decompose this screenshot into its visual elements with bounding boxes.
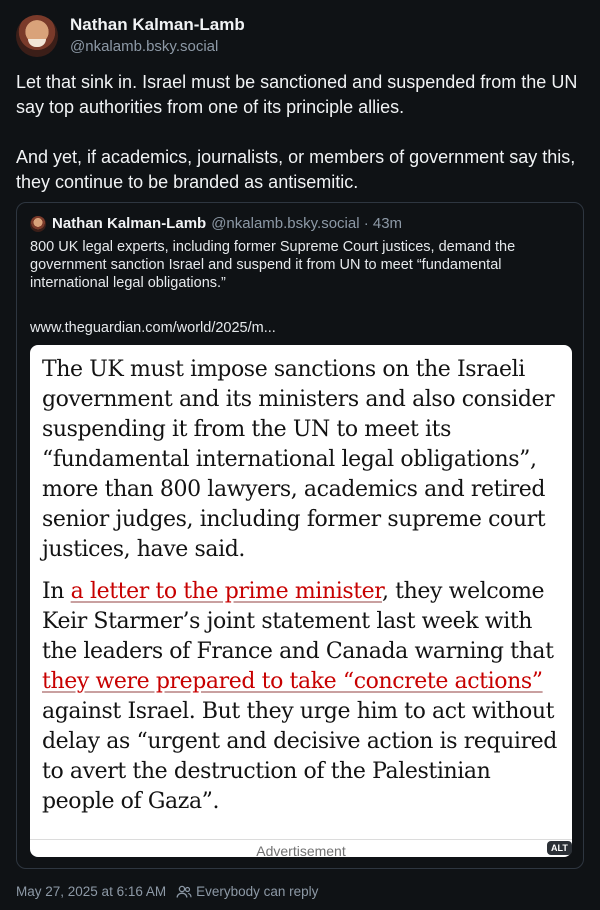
- advertisement-label: Advertisement: [256, 843, 346, 857]
- article-link-letter: a letter to the prime minister: [70, 579, 383, 604]
- article-screenshot-image[interactable]: The UK must impose sanctions on the Isra…: [30, 345, 572, 857]
- reply-setting: Everybody can reply: [176, 884, 318, 899]
- article-text: In: [42, 579, 71, 604]
- people-icon: [176, 885, 192, 898]
- alt-text-badge[interactable]: ALT: [547, 841, 572, 855]
- article-body: The UK must impose sanctions on the Isra…: [30, 345, 572, 817]
- quoted-post[interactable]: Nathan Kalman-Lamb @nkalamb.bsky.social …: [16, 202, 584, 869]
- article-paragraph-2: In a letter to the prime minister, they …: [42, 577, 560, 817]
- author-handle[interactable]: @nkalamb.bsky.social: [70, 37, 245, 57]
- quoted-post-link[interactable]: www.theguardian.com/world/2025/m...: [30, 320, 276, 336]
- article-paragraph-1: The UK must impose sanctions on the Isra…: [42, 357, 555, 562]
- article-link-concrete-actions: they were prepared to take “concrete act…: [42, 669, 543, 694]
- quoted-author-name: Nathan Kalman-Lamb: [52, 215, 207, 232]
- author-display-name[interactable]: Nathan Kalman-Lamb: [70, 14, 245, 36]
- reply-setting-label: Everybody can reply: [196, 884, 319, 899]
- post-timestamp[interactable]: May 27, 2025 at 6:16 AM: [16, 884, 166, 899]
- post-header: Nathan Kalman-Lamb @nkalamb.bsky.social: [16, 14, 245, 57]
- article-text: against Israel. But they urge him to act…: [42, 699, 557, 814]
- quoted-author-handle-time: @nkalamb.bsky.social · 43m: [211, 215, 403, 232]
- advertisement-divider: [30, 839, 572, 840]
- post-meta: May 27, 2025 at 6:16 AM Everybody can re…: [16, 884, 318, 899]
- author-avatar[interactable]: [16, 14, 58, 57]
- quoted-author-avatar: [30, 215, 46, 232]
- quoted-post-header: Nathan Kalman-Lamb @nkalamb.bsky.social …: [30, 215, 402, 232]
- post-text: Let that sink in. Israel must be sanctio…: [16, 72, 578, 192]
- quoted-post-text: 800 UK legal experts, including former S…: [30, 239, 516, 291]
- author-names: Nathan Kalman-Lamb @nkalamb.bsky.social: [70, 14, 245, 57]
